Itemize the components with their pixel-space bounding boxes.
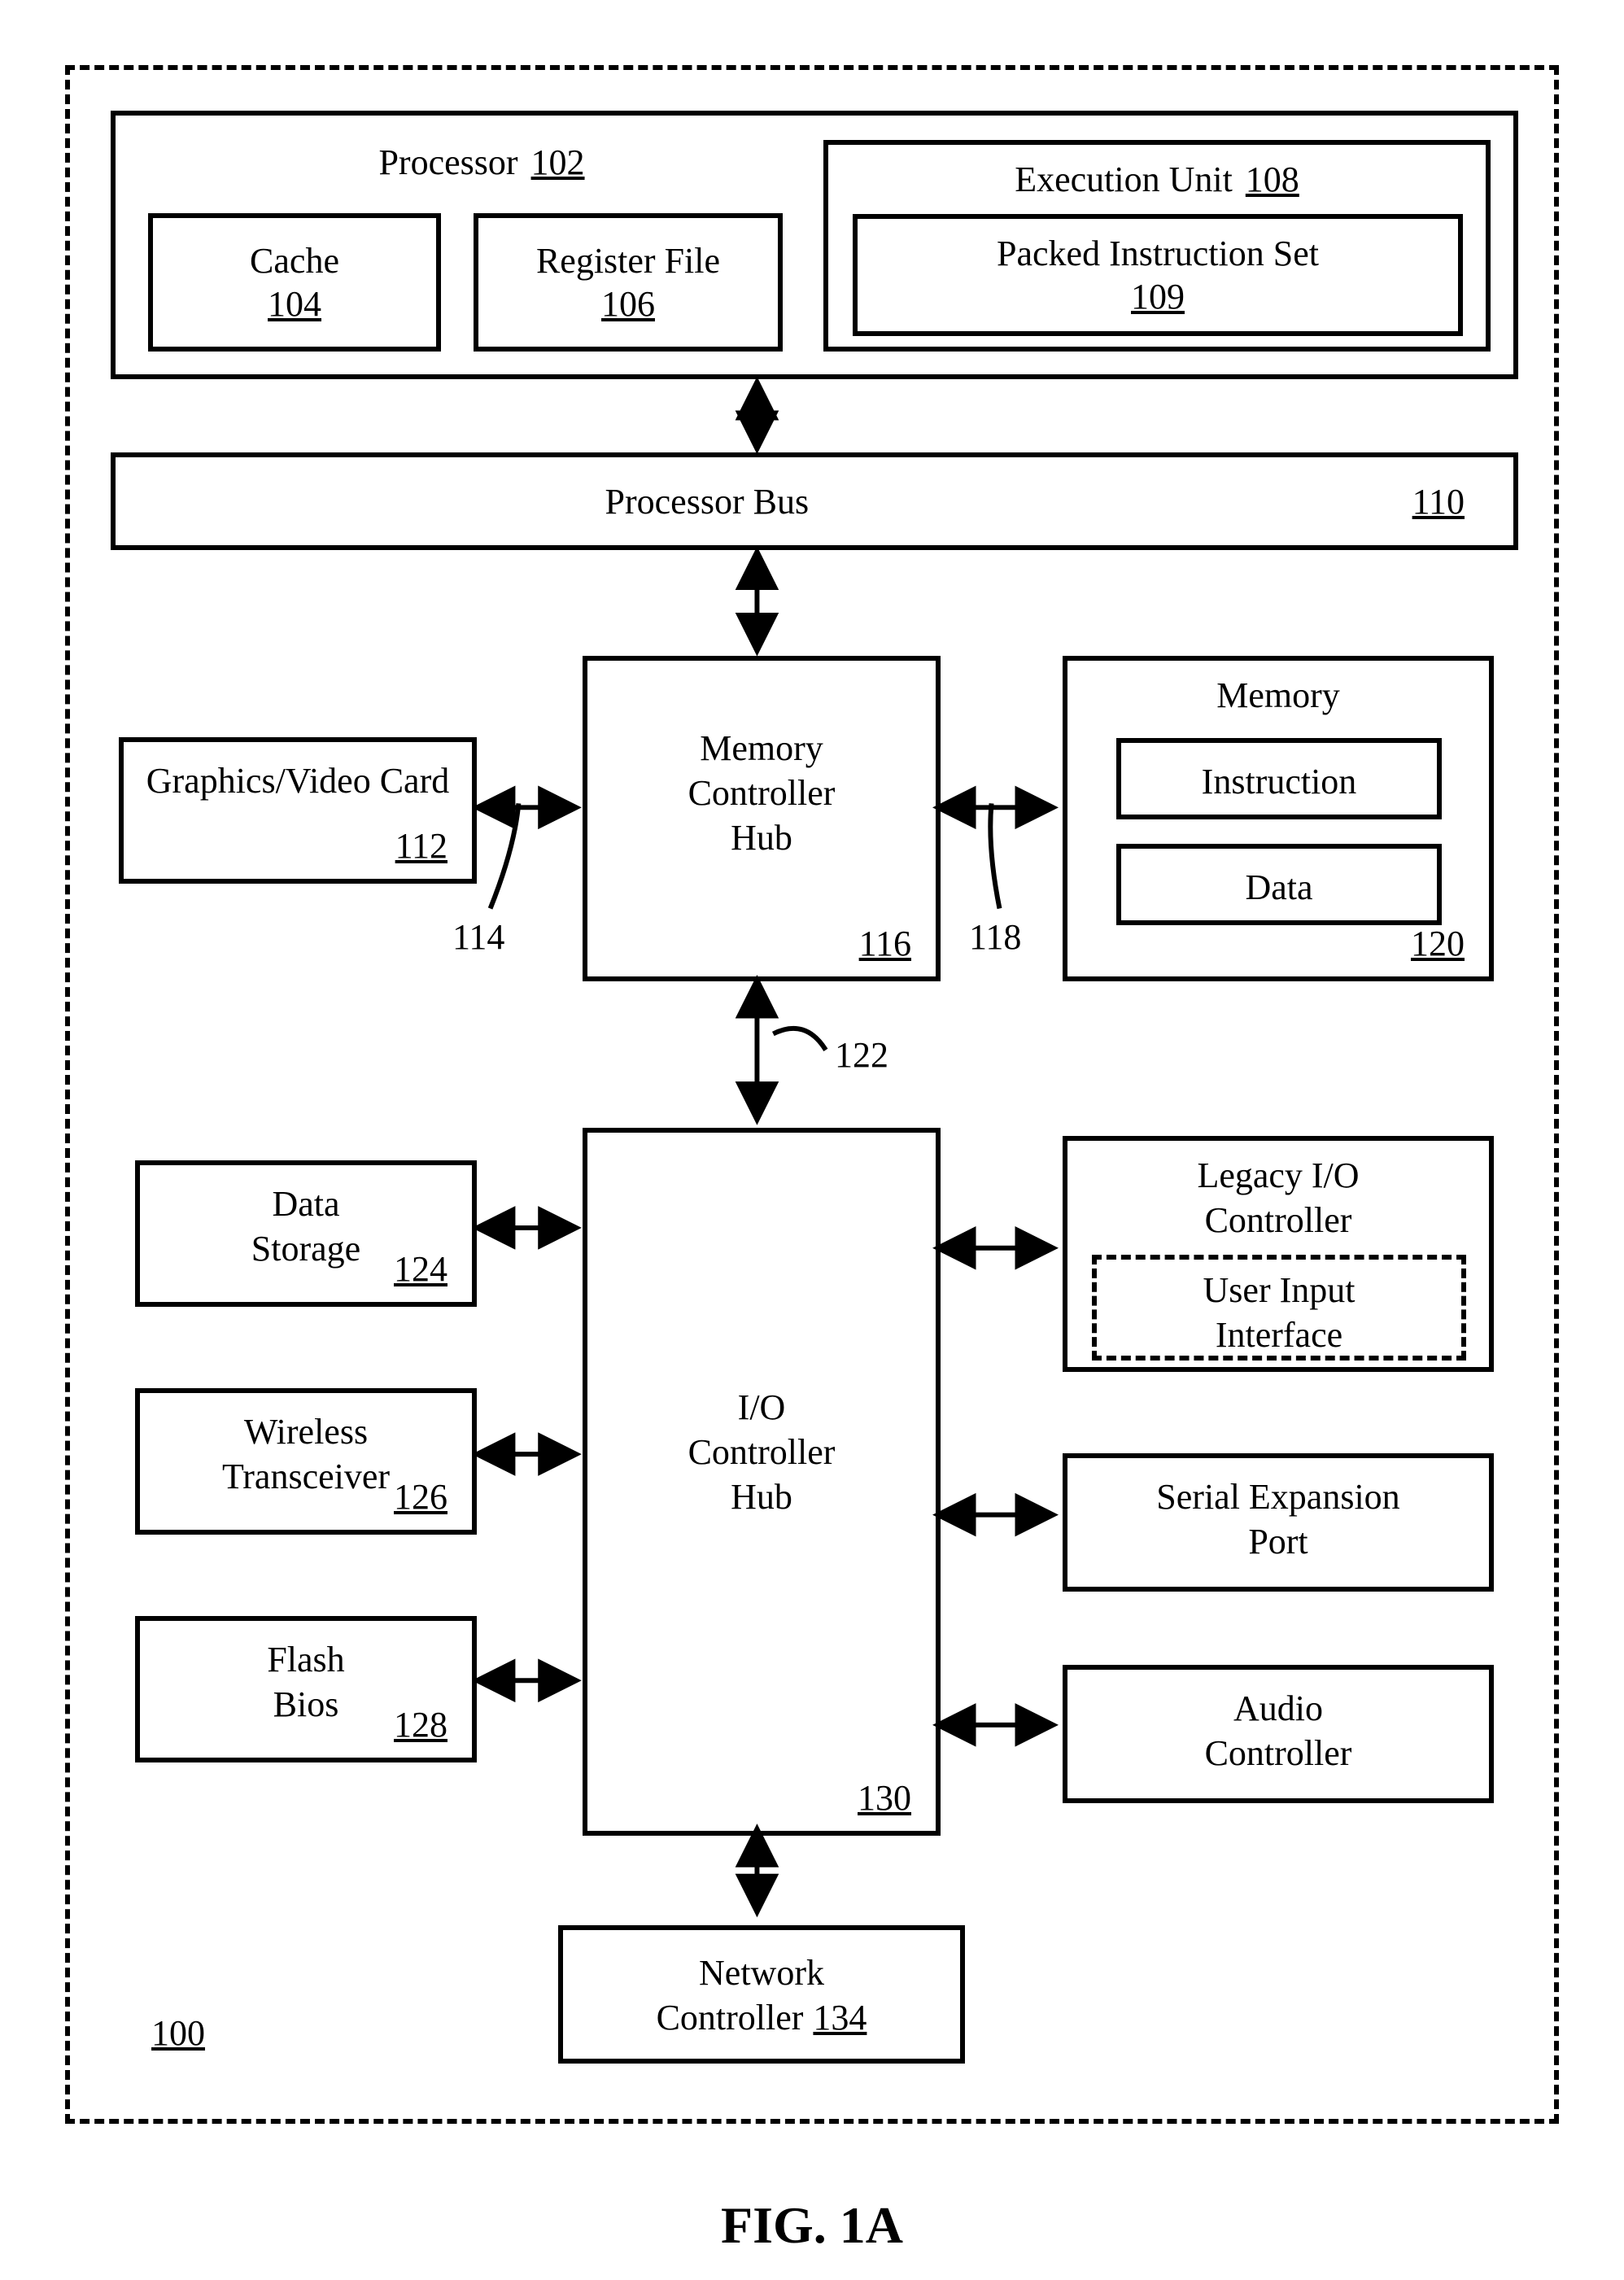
legacy-io-block: Legacy I/O Controller User Input Interfa… [1063,1136,1494,1372]
system-boundary: Processor 102 Cache 104 Register File 10… [65,65,1559,2124]
network-controller-block: Network Controller 134 [558,1925,965,2064]
wireless-block: Wireless Transceiver 126 [135,1388,477,1535]
system-ref: 100 [151,2012,205,2054]
bus-114-label: 114 [452,916,504,958]
data-block: Data [1116,844,1442,925]
graphics-card-block: Graphics/Video Card 112 [119,737,477,884]
processor-block: Processor 102 Cache 104 Register File 10… [111,111,1518,379]
instruction-block: Instruction [1116,738,1442,819]
audio-controller-block: Audio Controller [1063,1665,1494,1803]
register-file-block: Register File 106 [474,213,783,352]
execution-unit-block: Execution Unit 108 Packed Instruction Se… [823,140,1491,352]
ich-block: I/O Controller Hub 130 [583,1128,941,1836]
memory-block: Memory Instruction Data 120 [1063,656,1494,981]
user-input-block: User Input Interface [1092,1255,1466,1361]
processor-bus-block: Processor Bus 110 [111,452,1518,550]
serial-port-block: Serial Expansion Port [1063,1453,1494,1592]
bus-118-label: 118 [969,916,1021,958]
processor-label: Processor 102 [197,140,766,185]
cache-block: Cache 104 [148,213,441,352]
figure-label: FIG. 1A [0,2195,1624,2256]
data-storage-block: Data Storage 124 [135,1160,477,1307]
packed-instruction-set-block: Packed Instruction Set 109 [853,214,1463,336]
bus-122-label: 122 [835,1034,888,1076]
mch-block: Memory Controller Hub 116 [583,656,941,981]
flash-bios-block: Flash Bios 128 [135,1616,477,1762]
